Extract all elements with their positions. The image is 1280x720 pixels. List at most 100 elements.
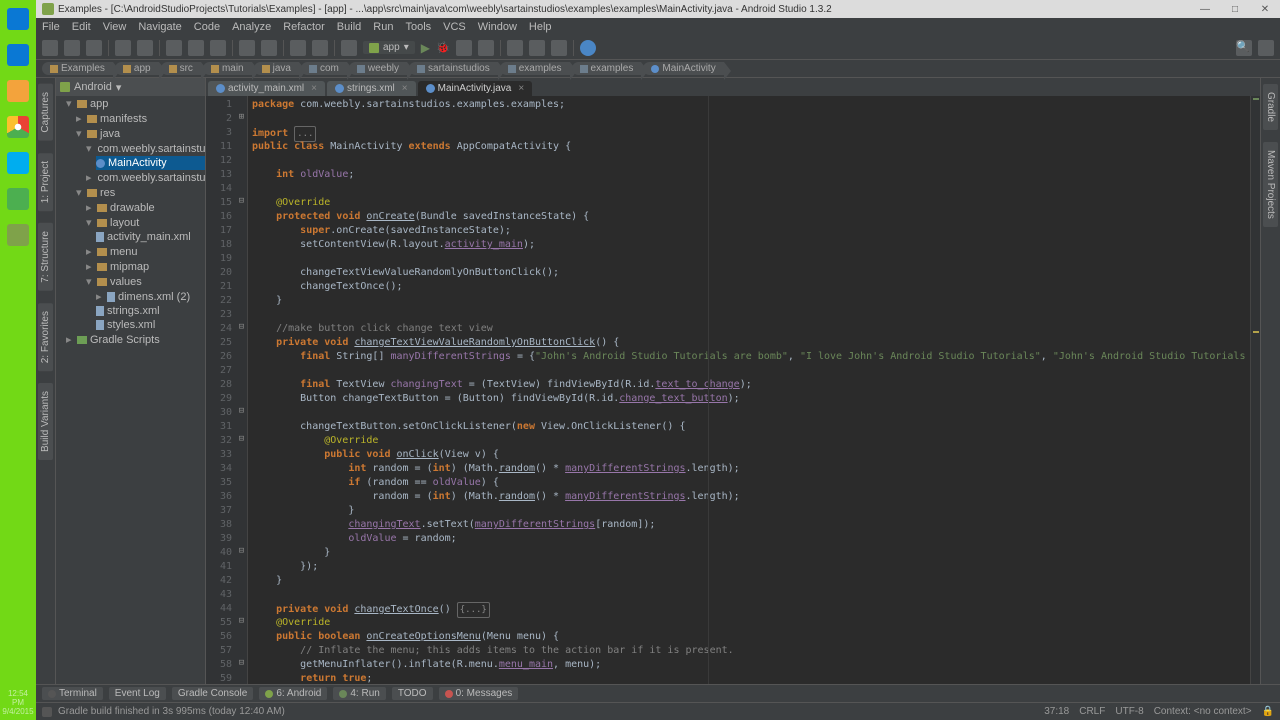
tree-item-selected[interactable]: MainActivity [96, 156, 205, 170]
menu-tools[interactable]: Tools [405, 21, 431, 33]
save-icon[interactable] [64, 40, 80, 56]
menu-view[interactable]: View [103, 21, 127, 33]
tree-item[interactable]: ▸drawable [86, 200, 205, 215]
tree-item[interactable]: ▸manifests [76, 111, 205, 126]
tree-item[interactable]: ▾layout [86, 215, 205, 230]
close-icon[interactable]: × [518, 83, 524, 94]
explorer-icon[interactable] [7, 80, 29, 102]
taskbar-clock[interactable]: 12:54 PM 9/4/2015 [2, 689, 34, 716]
tree-item[interactable]: ▾app [66, 96, 205, 111]
run-button[interactable]: ▶ [421, 41, 430, 55]
tree-item[interactable]: ▸com.weebly.sartainstudios [86, 170, 205, 185]
tool-gradle[interactable]: Gradle [1263, 84, 1278, 130]
tool-project[interactable]: 1: Project [38, 153, 53, 211]
close-icon[interactable]: × [402, 83, 408, 94]
tool-captures[interactable]: Captures [38, 84, 53, 141]
tool-gradle-console[interactable]: Gradle Console [172, 687, 253, 700]
menu-refactor[interactable]: Refactor [283, 21, 325, 33]
chrome-icon[interactable] [7, 116, 29, 138]
run-configuration[interactable]: app▾ [363, 41, 415, 54]
menu-edit[interactable]: Edit [72, 21, 91, 33]
tool-terminal[interactable]: Terminal [42, 687, 103, 700]
tool-favorites[interactable]: 2: Favorites [38, 303, 53, 371]
crumb[interactable]: examples [500, 62, 570, 75]
file-encoding[interactable]: UTF-8 [1115, 706, 1143, 717]
code-area[interactable]: package com.weebly.sartainstudios.exampl… [248, 96, 1260, 684]
help-icon[interactable] [580, 40, 596, 56]
tool-messages[interactable]: 0: Messages [439, 687, 519, 700]
steam-icon[interactable] [7, 152, 29, 174]
open-icon[interactable] [42, 40, 58, 56]
replace-icon[interactable] [261, 40, 277, 56]
editor-tab[interactable]: strings.xml× [327, 81, 416, 96]
ddms-icon[interactable] [551, 40, 567, 56]
tree-item[interactable]: ▾values [86, 274, 205, 289]
back-icon[interactable] [290, 40, 306, 56]
close-button[interactable]: ✕ [1250, 0, 1280, 18]
menu-file[interactable]: File [42, 21, 60, 33]
cut-icon[interactable] [166, 40, 182, 56]
start-icon[interactable] [7, 8, 29, 30]
menu-run[interactable]: Run [373, 21, 393, 33]
tool-event-log[interactable]: Event Log [109, 687, 166, 700]
paste-icon[interactable] [210, 40, 226, 56]
tree-header[interactable]: Android ▾ [56, 78, 205, 96]
redo-icon[interactable] [137, 40, 153, 56]
task-icon[interactable] [7, 44, 29, 66]
tree-item[interactable]: ▸menu [86, 244, 205, 259]
debug-button[interactable]: 🐞 [436, 41, 450, 54]
tree-item[interactable]: ▾java [76, 126, 205, 141]
menu-window[interactable]: Window [478, 21, 517, 33]
crumb[interactable]: app [115, 62, 159, 75]
tool-todo[interactable]: TODO [392, 687, 433, 700]
title-bar[interactable]: Examples - [C:\AndroidStudioProjects\Tut… [36, 0, 1280, 18]
tree-item[interactable]: strings.xml [96, 304, 205, 318]
crumb[interactable]: com [301, 62, 347, 75]
error-stripe[interactable] [1250, 96, 1260, 684]
find-icon[interactable] [239, 40, 255, 56]
close-icon[interactable]: × [311, 83, 317, 94]
editor-tab[interactable]: activity_main.xml× [208, 81, 325, 96]
menu-code[interactable]: Code [194, 21, 220, 33]
tool-run[interactable]: 4: Run [333, 687, 385, 700]
crumb[interactable]: MainActivity [643, 62, 723, 75]
settings-icon[interactable] [1258, 40, 1274, 56]
app-icon[interactable] [7, 188, 29, 210]
avd-icon[interactable] [507, 40, 523, 56]
tree-item[interactable]: styles.xml [96, 318, 205, 332]
undo-icon[interactable] [115, 40, 131, 56]
lock-icon[interactable]: 🔒 [1262, 706, 1274, 717]
crumb[interactable]: weebly [349, 62, 407, 75]
crumb[interactable]: examples [572, 62, 642, 75]
tree-item[interactable]: ▾res [76, 185, 205, 200]
tree-item[interactable]: ▸Gradle Scripts [66, 332, 205, 347]
line-separator[interactable]: CRLF [1079, 706, 1105, 717]
context-dropdown[interactable]: Context: <no context> [1154, 706, 1252, 717]
sync-icon[interactable] [86, 40, 102, 56]
editor-tab-active[interactable]: MainActivity.java× [418, 81, 533, 96]
crumb[interactable]: java [254, 62, 299, 75]
menu-build[interactable]: Build [337, 21, 361, 33]
line-number-gutter[interactable]: 1231112131415161718192021222324252627282… [206, 96, 236, 684]
search-everywhere-icon[interactable]: 🔍 [1236, 40, 1252, 56]
tree-item[interactable]: activity_main.xml [96, 230, 205, 244]
fwd-icon[interactable] [312, 40, 328, 56]
stop-icon[interactable] [478, 40, 494, 56]
tool-android[interactable]: 6: Android [259, 687, 327, 700]
android-studio-icon[interactable] [7, 224, 29, 246]
attach-icon[interactable] [456, 40, 472, 56]
minimize-button[interactable]: — [1190, 0, 1220, 18]
menu-navigate[interactable]: Navigate [138, 21, 181, 33]
menu-vcs[interactable]: VCS [443, 21, 466, 33]
maximize-button[interactable]: □ [1220, 0, 1250, 18]
tool-maven[interactable]: Maven Projects [1263, 142, 1278, 227]
crumb[interactable]: sartainstudios [409, 62, 498, 75]
tree-item[interactable]: ▸mipmap [86, 259, 205, 274]
tool-structure[interactable]: 7: Structure [38, 223, 53, 291]
make-icon[interactable] [341, 40, 357, 56]
crumb[interactable]: main [203, 62, 252, 75]
crumb[interactable]: src [161, 62, 201, 75]
copy-icon[interactable] [188, 40, 204, 56]
tree-item[interactable]: ▸dimens.xml (2) [96, 289, 205, 304]
fold-gutter[interactable]: ⊞⊟⊟⊟⊟⊟⊟⊟⊟ [236, 96, 248, 684]
